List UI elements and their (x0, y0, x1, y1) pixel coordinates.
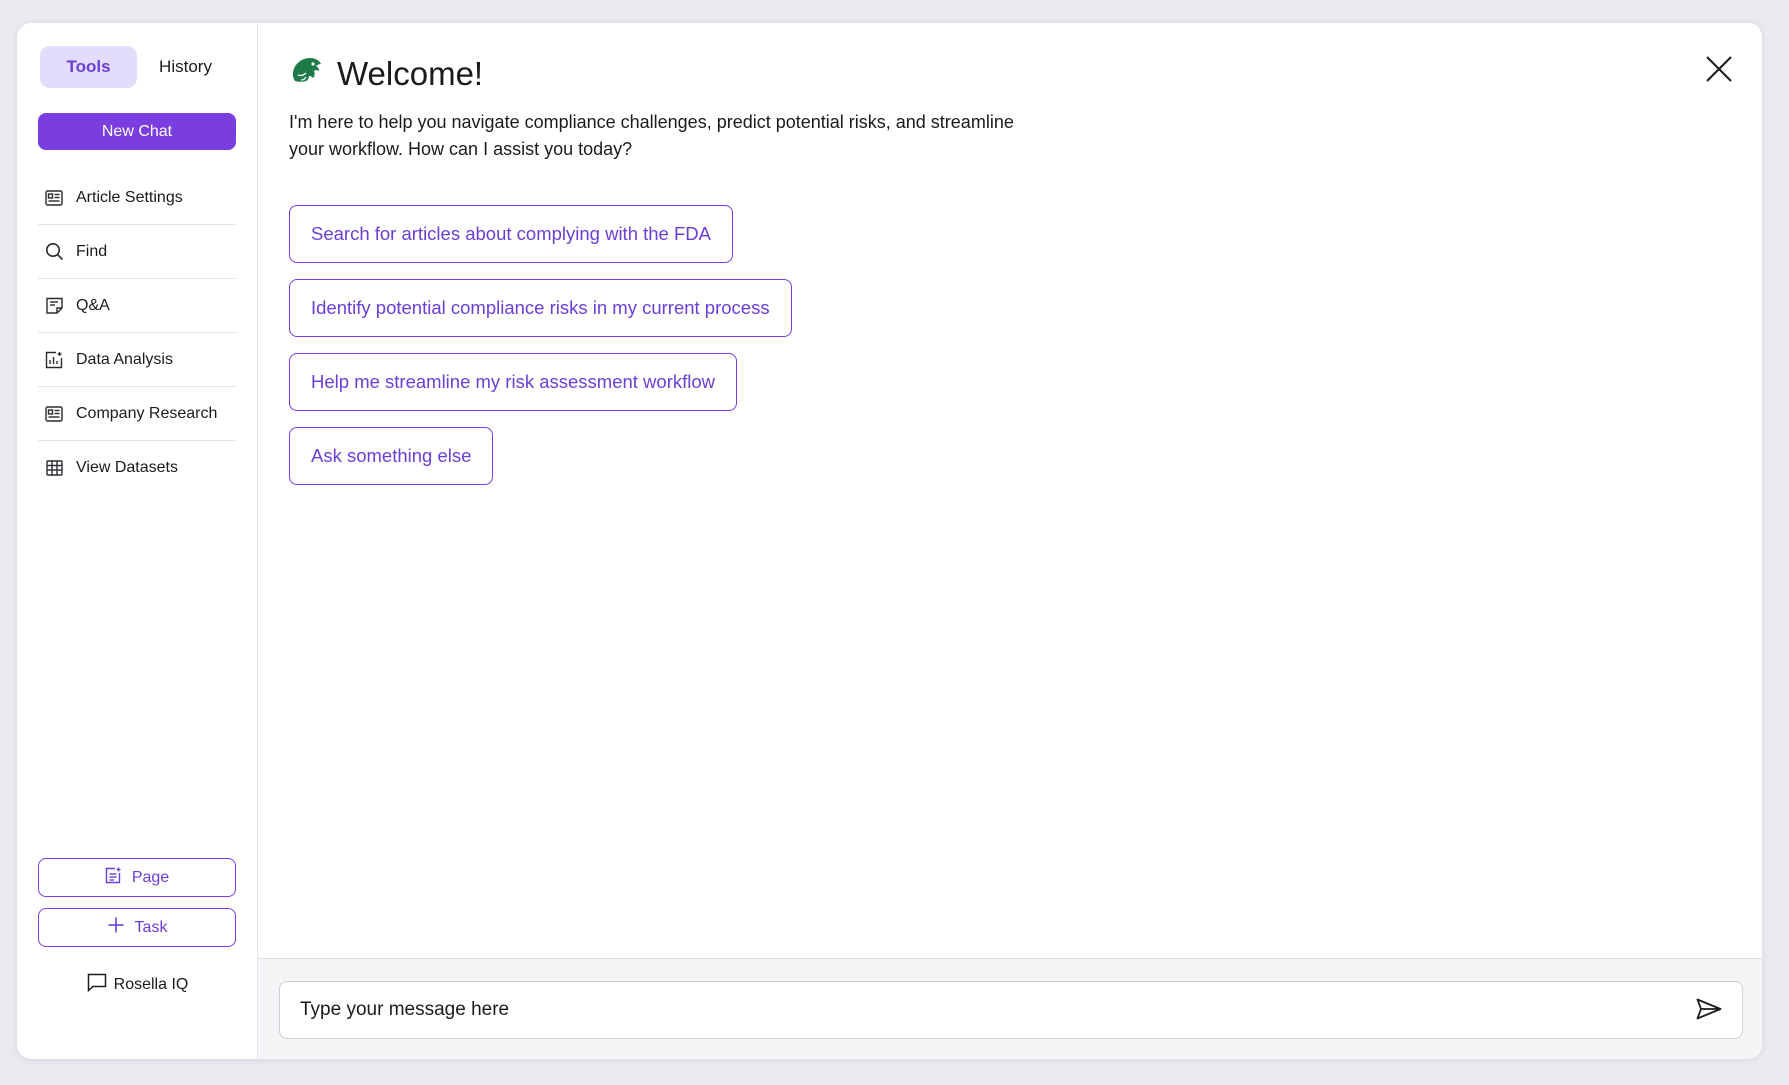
chart-icon (44, 350, 64, 370)
chat-bubble-icon (87, 973, 107, 997)
suggestion-list: Search for articles about complying with… (289, 205, 792, 485)
sidebar-item-label: Company Research (76, 404, 218, 422)
chat-main: Welcome! I'm here to help you navigate c… (258, 23, 1762, 1059)
page-button-label: Page (131, 868, 170, 886)
message-composer (279, 981, 1743, 1039)
sidebar-item-label: Article Settings (76, 188, 183, 206)
welcome-header: Welcome! (289, 53, 483, 94)
sidebar-item-article-settings[interactable]: Article Settings (38, 171, 236, 225)
close-button[interactable] (1704, 55, 1734, 85)
sidebar-item-label: Find (76, 242, 108, 260)
sidebar: Tools History New Chat Article Settings … (17, 23, 258, 1059)
sidebar-item-find[interactable]: Find (38, 225, 236, 279)
search-icon (44, 242, 64, 262)
plus-icon (107, 916, 125, 939)
suggestion-button[interactable]: Identify potential compliance risks in m… (289, 279, 792, 337)
sidebar-item-company-research[interactable]: Company Research (38, 387, 236, 441)
sidebar-item-label: Data Analysis (76, 350, 173, 368)
brand-link[interactable]: Rosella IQ (17, 973, 258, 997)
sidebar-item-view-datasets[interactable]: View Datasets (38, 441, 236, 495)
page-icon (105, 867, 122, 889)
composer-area (258, 958, 1762, 1059)
close-icon (1705, 56, 1733, 86)
tab-history[interactable]: History (137, 46, 234, 88)
sidebar-tabs: Tools History (40, 46, 234, 88)
table-icon (44, 458, 64, 478)
send-icon (1696, 998, 1722, 1023)
brand-label: Rosella IQ (113, 976, 189, 993)
page-title: Welcome! (337, 54, 484, 92)
sidebar-item-label: Q&A (76, 296, 110, 314)
note-icon (44, 296, 64, 316)
intro-text: I'm here to help you navigate compliance… (289, 112, 1014, 159)
rosella-logo (289, 53, 325, 94)
send-button[interactable] (1694, 995, 1724, 1025)
article-icon (44, 404, 64, 424)
message-input[interactable] (300, 999, 1694, 1021)
sidebar-item-data-analysis[interactable]: Data Analysis (38, 333, 236, 387)
task-button[interactable]: Task (38, 908, 236, 947)
suggestion-button[interactable]: Search for articles about complying with… (289, 205, 733, 263)
page-button[interactable]: Page (38, 858, 236, 897)
assistant-window: Tools History New Chat Article Settings … (17, 23, 1762, 1059)
tab-tools[interactable]: Tools (40, 46, 137, 88)
tools-list: Article Settings Find Q&A Data Analysis (38, 171, 236, 495)
suggestion-button[interactable]: Ask something else (289, 427, 494, 485)
sidebar-item-qa[interactable]: Q&A (38, 279, 236, 333)
article-icon (44, 188, 64, 208)
sidebar-item-label: View Datasets (76, 459, 178, 476)
new-chat-button[interactable]: New Chat (38, 113, 236, 150)
task-button-label: Task (134, 918, 168, 936)
suggestion-button[interactable]: Help me streamline my risk assessment wo… (289, 353, 738, 411)
